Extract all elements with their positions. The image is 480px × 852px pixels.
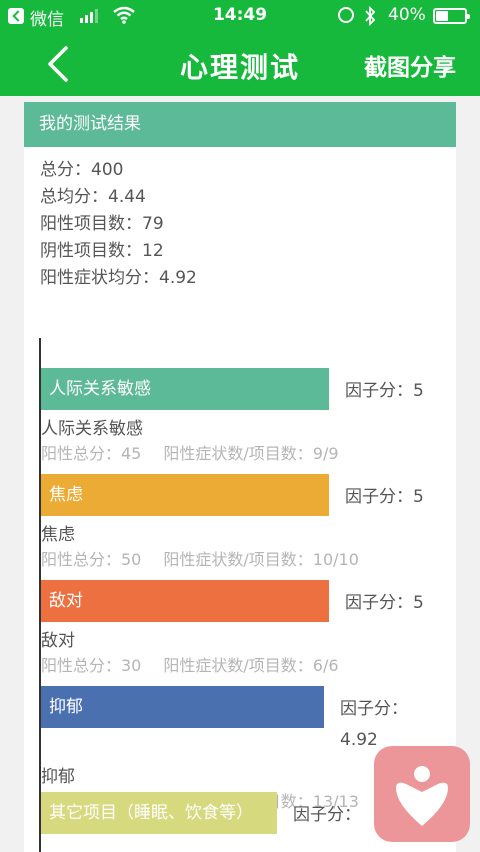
app-badge[interactable] bbox=[374, 746, 470, 842]
factor-name: 抑郁 bbox=[41, 767, 75, 787]
negative-item-count: 阴性项目数：12 bbox=[40, 241, 164, 261]
content-area: 我的测试结果 总分：400 总均分：4.44 阳性项目数：79 阴性项目数：12… bbox=[0, 96, 480, 852]
factor-detail: 阳性总分：45 阳性症状数/项目数：9/9 bbox=[41, 440, 339, 464]
factor-score-label: 因子分：5 bbox=[345, 381, 424, 401]
chart-bar: 焦虑 bbox=[41, 474, 329, 516]
chart-bar: 抑郁 bbox=[41, 686, 324, 728]
nav-bar: 心理测试 截图分享 bbox=[0, 34, 480, 96]
result-card: 我的测试结果 总分：400 总均分：4.44 阳性项目数：79 阴性项目数：12… bbox=[24, 102, 456, 852]
result-header: 我的测试结果 bbox=[24, 102, 456, 147]
chart-bar: 其它项目（睡眠、饮食等） bbox=[41, 792, 277, 834]
factor-score-label: 因子分： bbox=[340, 699, 408, 719]
factor-detail: 阳性总分：50 阳性症状数/项目数：10/10 bbox=[41, 546, 359, 570]
factor-score-label: 因子分： bbox=[293, 805, 361, 825]
factor-score-label: 因子分：5 bbox=[345, 487, 424, 507]
factor-name: 焦虑 bbox=[41, 525, 75, 545]
positive-item-count: 阳性项目数：79 bbox=[40, 214, 164, 234]
positive-total: 阳性总分：50 bbox=[41, 550, 142, 569]
positive-symptom-count: 阳性症状数/项目数：10/10 bbox=[163, 550, 359, 569]
chart-bar: 人际关系敏感 bbox=[41, 368, 329, 410]
average-score: 总均分：4.44 bbox=[40, 187, 146, 207]
factor-score-value: 4.92 bbox=[340, 730, 378, 750]
factor-score-label: 因子分：5 bbox=[345, 593, 424, 613]
factor-name: 人际关系敏感 bbox=[41, 419, 143, 439]
factor-name: 敌对 bbox=[41, 631, 75, 651]
positive-symptom-average: 阳性症状均分：4.92 bbox=[40, 268, 197, 288]
battery-percent: 40% bbox=[388, 5, 426, 25]
status-bar: 微信 14:49 40% bbox=[0, 0, 480, 34]
total-score: 总分：400 bbox=[40, 160, 124, 180]
positive-symptom-count: 阳性症状数/项目数：9/9 bbox=[163, 444, 339, 463]
positive-total: 阳性总分：30 bbox=[41, 656, 142, 675]
factor-detail: 阳性总分：30 阳性症状数/项目数：6/6 bbox=[41, 652, 339, 676]
chart-bar: 敌对 bbox=[41, 580, 329, 622]
heart-person-icon bbox=[396, 766, 448, 826]
positive-total: 阳性总分：45 bbox=[41, 444, 142, 463]
rotation-lock-icon bbox=[338, 7, 354, 23]
screenshot-share-button[interactable]: 截图分享 bbox=[364, 48, 456, 82]
positive-symptom-count: 阳性症状数/项目数：6/6 bbox=[163, 656, 339, 675]
bluetooth-icon bbox=[365, 6, 376, 26]
result-summary: 总分：400 总均分：4.44 阳性项目数：79 阴性项目数：12 阳性症状均分… bbox=[24, 147, 456, 292]
battery-icon bbox=[433, 8, 470, 24]
